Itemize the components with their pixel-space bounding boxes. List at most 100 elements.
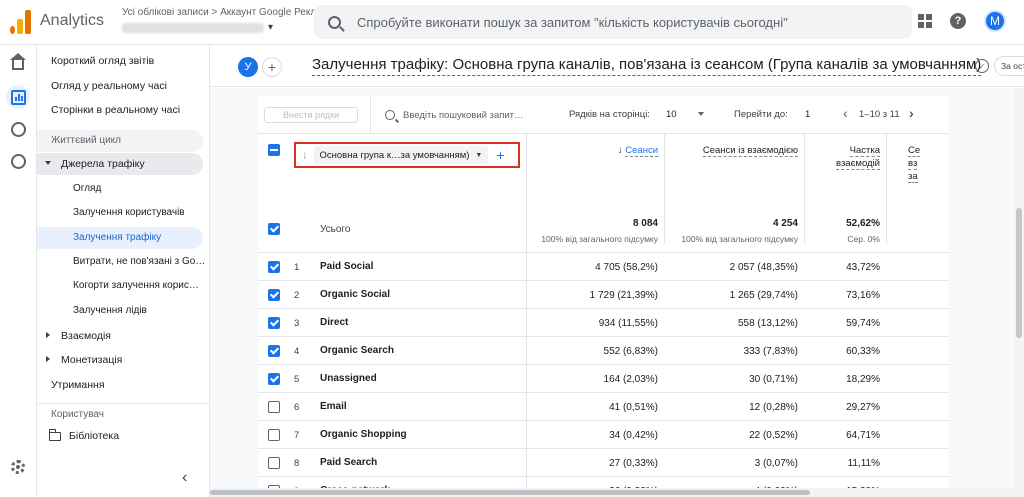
dimension-dropdown[interactable]: Основна група к…за умовчанням) ▼ — [313, 146, 489, 164]
row-engaged-sessions: 22 (0,52%) — [749, 430, 798, 441]
home-icon[interactable] — [10, 53, 26, 70]
nav-section-lifecycle[interactable]: Життєвий цикл — [37, 130, 203, 152]
global-search[interactable] — [314, 5, 912, 39]
reports-icon[interactable] — [11, 90, 26, 105]
row-checkbox[interactable] — [268, 429, 280, 441]
table-row[interactable]: 2 Organic Social 1 729 (21,39%) 1 265 (29,7… — [258, 280, 948, 308]
row-number: 6 — [294, 402, 300, 413]
table-row[interactable]: 8 Paid Search 27 (0,33%) 3 (0,07%) 11,11% — [258, 448, 948, 476]
col-sessions[interactable]: ↓ Сеанси — [608, 144, 658, 157]
next-page-icon[interactable]: › — [909, 105, 914, 121]
nav-engagement[interactable]: Взаємодія — [37, 325, 203, 347]
add-dimension-button[interactable]: + — [496, 147, 504, 163]
table-row[interactable]: 3 Direct 934 (11,55%) 558 (13,12%) 59,74% — [258, 308, 948, 336]
row-channel-name[interactable]: Paid Social — [320, 261, 373, 272]
nav-reports-snapshot[interactable]: Короткий огляд звітів — [51, 55, 154, 67]
nav-non-google-cost[interactable]: Витрати, не пов'язані з Go… — [37, 251, 205, 273]
nav-lead-acquisition[interactable]: Залучення лідів — [37, 300, 203, 322]
row-checkbox[interactable] — [268, 373, 280, 385]
nav-user-acquisition-cohorts[interactable]: Когорти залучення корис… — [37, 275, 203, 297]
row-checkbox[interactable] — [268, 317, 280, 329]
select-all-checkbox[interactable] — [268, 144, 280, 156]
nav-realtime-overview[interactable]: Огляд у реальному часі — [51, 80, 167, 92]
explore-icon[interactable] — [11, 122, 26, 137]
row-channel-name[interactable]: Email — [320, 401, 347, 412]
row-engaged-sessions: 1 265 (29,74%) — [729, 290, 798, 301]
divider — [664, 134, 665, 244]
goto-page-input[interactable]: 1 — [805, 109, 810, 120]
row-checkbox[interactable] — [268, 401, 280, 413]
row-checkbox[interactable] — [268, 261, 280, 273]
table-row[interactable]: 4 Organic Search 552 (6,83%) 333 (7,83%) 60,… — [258, 336, 948, 364]
report-header: У + Залучення трафіку: Основна група кан… — [210, 45, 1024, 87]
plot-rows-button[interactable]: Внести рядки — [264, 107, 358, 123]
account-breadcrumb[interactable]: Усі облікові записи > Аккаунт Google Рек… — [122, 7, 332, 18]
row-sessions: 164 (2,03%) — [603, 374, 658, 385]
row-engagement-rate: 18,29% — [846, 374, 880, 385]
property-selector[interactable]: ▾ — [122, 22, 273, 33]
total-sessions-sub: 100% від загального підсумку — [541, 234, 658, 244]
horizontal-scrollbar[interactable] — [210, 488, 1024, 497]
divider — [804, 134, 805, 244]
totals-checkbox[interactable] — [268, 223, 280, 235]
row-channel-name[interactable]: Organic Shopping — [320, 429, 407, 440]
page-range: 1–10 з 11 — [859, 109, 900, 120]
total-rate: 52,62% — [846, 218, 880, 229]
avatar[interactable]: M — [984, 10, 1006, 32]
prev-page-icon[interactable]: ‹ — [843, 105, 848, 121]
nav-user-acquisition[interactable]: Залучення користувачів — [37, 202, 203, 224]
table-row[interactable]: 1 Paid Social 4 705 (58,2%) 2 057 (48,35%) 4… — [258, 252, 948, 280]
table-row[interactable]: 5 Unassigned 164 (2,03%) 30 (0,71%) 18,29% — [258, 364, 948, 392]
collapse-nav-icon[interactable]: ‹ — [182, 469, 187, 487]
row-number: 2 — [294, 290, 300, 301]
vertical-scrollbar[interactable] — [1014, 88, 1024, 488]
row-engaged-sessions: 2 057 (48,35%) — [729, 262, 798, 273]
nav-section-user[interactable]: Користувач — [51, 409, 104, 420]
row-channel-name[interactable]: Paid Search — [320, 457, 377, 468]
search-icon — [328, 15, 341, 29]
nav-retention[interactable]: Утримання — [51, 379, 105, 391]
nav-overview[interactable]: Огляд — [37, 178, 203, 200]
nav-library[interactable]: Бібліотека — [48, 428, 119, 442]
row-channel-name[interactable]: Direct — [320, 317, 348, 328]
row-channel-name[interactable]: Unassigned — [320, 373, 377, 384]
dimension-selector[interactable]: ↓ Основна група к…за умовчанням) ▼ + — [294, 142, 520, 168]
row-sessions: 934 (11,55%) — [598, 318, 658, 329]
chevron-down-icon[interactable] — [698, 112, 704, 116]
date-range-chip[interactable]: За ост — [994, 56, 1024, 76]
gear-icon[interactable] — [11, 460, 25, 474]
row-checkbox[interactable] — [268, 457, 280, 469]
nav-realtime-pages[interactable]: Сторінки в реальному часі — [51, 104, 180, 116]
apps-grid-icon[interactable] — [918, 14, 932, 28]
row-engagement-rate: 60,33% — [846, 346, 880, 357]
help-icon[interactable]: ? — [950, 13, 966, 29]
col-engagement-rate[interactable]: Частка взаємодій — [824, 144, 880, 170]
row-checkbox[interactable] — [268, 289, 280, 301]
add-comparison-button[interactable]: + — [262, 57, 282, 77]
property-name-redacted — [122, 22, 264, 33]
table-search-placeholder[interactable]: Введіть пошуковий запит… — [403, 110, 524, 121]
row-engagement-rate: 64,71% — [846, 430, 880, 441]
table-row[interactable]: 7 Organic Shopping 34 (0,42%) 22 (0,52%) 64,… — [258, 420, 948, 448]
analytics-logo-icon[interactable] — [10, 10, 32, 34]
row-checkbox[interactable] — [268, 345, 280, 357]
table-row[interactable]: 6 Email 41 (0,51%) 12 (0,28%) 29,27% — [258, 392, 948, 420]
row-number: 7 — [294, 430, 300, 441]
row-channel-name[interactable]: Organic Social — [320, 289, 390, 300]
row-number: 4 — [294, 346, 300, 357]
nav-traffic-acquisition[interactable]: Залучення трафіку — [37, 227, 203, 249]
advertising-icon[interactable] — [11, 154, 26, 169]
nav-traffic-sources[interactable]: Джерела трафіку — [37, 153, 203, 175]
check-circle-icon[interactable]: ✓ — [975, 59, 989, 73]
row-channel-name[interactable]: Organic Search — [320, 345, 394, 356]
totals-label: Усього — [320, 224, 351, 235]
col-engaged-sessions[interactable]: Сеанси із взаємодією — [678, 144, 798, 157]
table-search[interactable]: Введіть пошуковий запит… — [370, 96, 550, 134]
sort-arrow-icon[interactable]: ↓ — [302, 149, 308, 161]
col-engaged-per-user[interactable]: Се вз за — [908, 144, 926, 183]
rows-per-page-select[interactable]: 10 — [666, 109, 677, 120]
table-row[interactable]: 9Cross-network26 (0,32%)4 (0,09%)15,38% — [258, 476, 948, 488]
nav-monetization[interactable]: Монетизація — [37, 349, 203, 371]
search-input[interactable] — [357, 14, 877, 30]
segment-chip[interactable]: У — [238, 57, 258, 77]
